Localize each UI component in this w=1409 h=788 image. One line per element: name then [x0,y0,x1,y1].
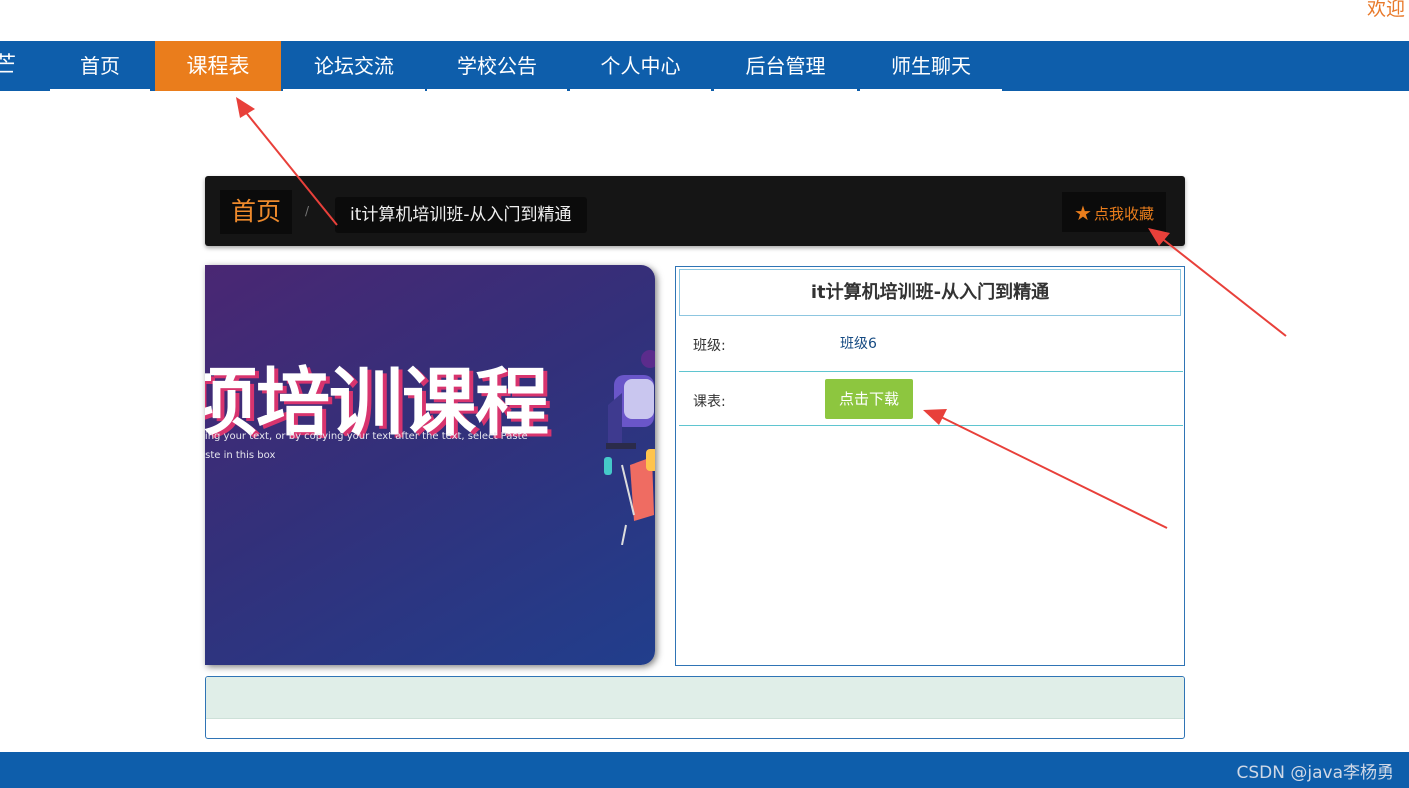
breadcrumb-current: it计算机培训班-从入门到精通 [335,197,587,233]
nav-item-chat[interactable]: 师生聊天 [860,41,1002,91]
course-detail-panel: it计算机培训班-从入门到精通 班级: 班级6 课表: 点击下载 [675,266,1185,666]
class-label: 班级: [693,338,726,354]
person-at-desk-illustration [604,350,655,545]
course-title: it计算机培训班-从入门到精通 [679,269,1181,316]
nav-item-announcements[interactable]: 学校公告 [427,41,567,91]
nav-item-home[interactable]: 首页 [50,41,150,91]
csdn-watermark: CSDN @java李杨勇 [1236,763,1395,783]
breadcrumb-home-link[interactable]: 首页 [220,190,293,234]
star-icon: ★ [1074,201,1092,225]
banner-subtext: ying your text, or by copying your text … [205,427,528,465]
favorite-button[interactable]: ★ 点我收藏 [1062,192,1166,232]
banner-subtext-line2: aste in this box [205,450,276,461]
nav-item-personal-center[interactable]: 个人中心 [570,41,711,91]
welcome-text: 欢迎 [1367,0,1406,20]
banner-subtext-line1: ying your text, or by copying your text … [205,431,528,442]
page-footer: CSDN @java李杨勇 [0,752,1409,788]
main-navbar: 芒 首页 课程表 论坛交流 学校公告 个人中心 后台管理 师生聊天 [0,41,1409,91]
nav-item-forum[interactable]: 论坛交流 [283,41,425,91]
breadcrumb: 首页 / it计算机培训班-从入门到精通 ★ 点我收藏 [205,176,1185,246]
course-banner-image: 项培训课程 ying your text, or by copying your… [205,265,655,665]
schedule-row: 课表: 点击下载 [679,372,1183,426]
schedule-label: 课表: [693,394,726,410]
nav-item-timetable[interactable]: 课程表 [155,41,281,91]
class-value: 班级6 [840,336,877,352]
favorite-label: 点我收藏 [1093,205,1154,223]
download-button[interactable]: 点击下载 [825,379,914,419]
comment-panel [205,676,1185,739]
nav-logo-fragment: 芒 [0,53,17,78]
nav-item-admin[interactable]: 后台管理 [714,41,857,91]
breadcrumb-separator: / [305,204,310,218]
comment-panel-header [206,677,1184,719]
class-row: 班级: 班级6 [679,316,1183,372]
